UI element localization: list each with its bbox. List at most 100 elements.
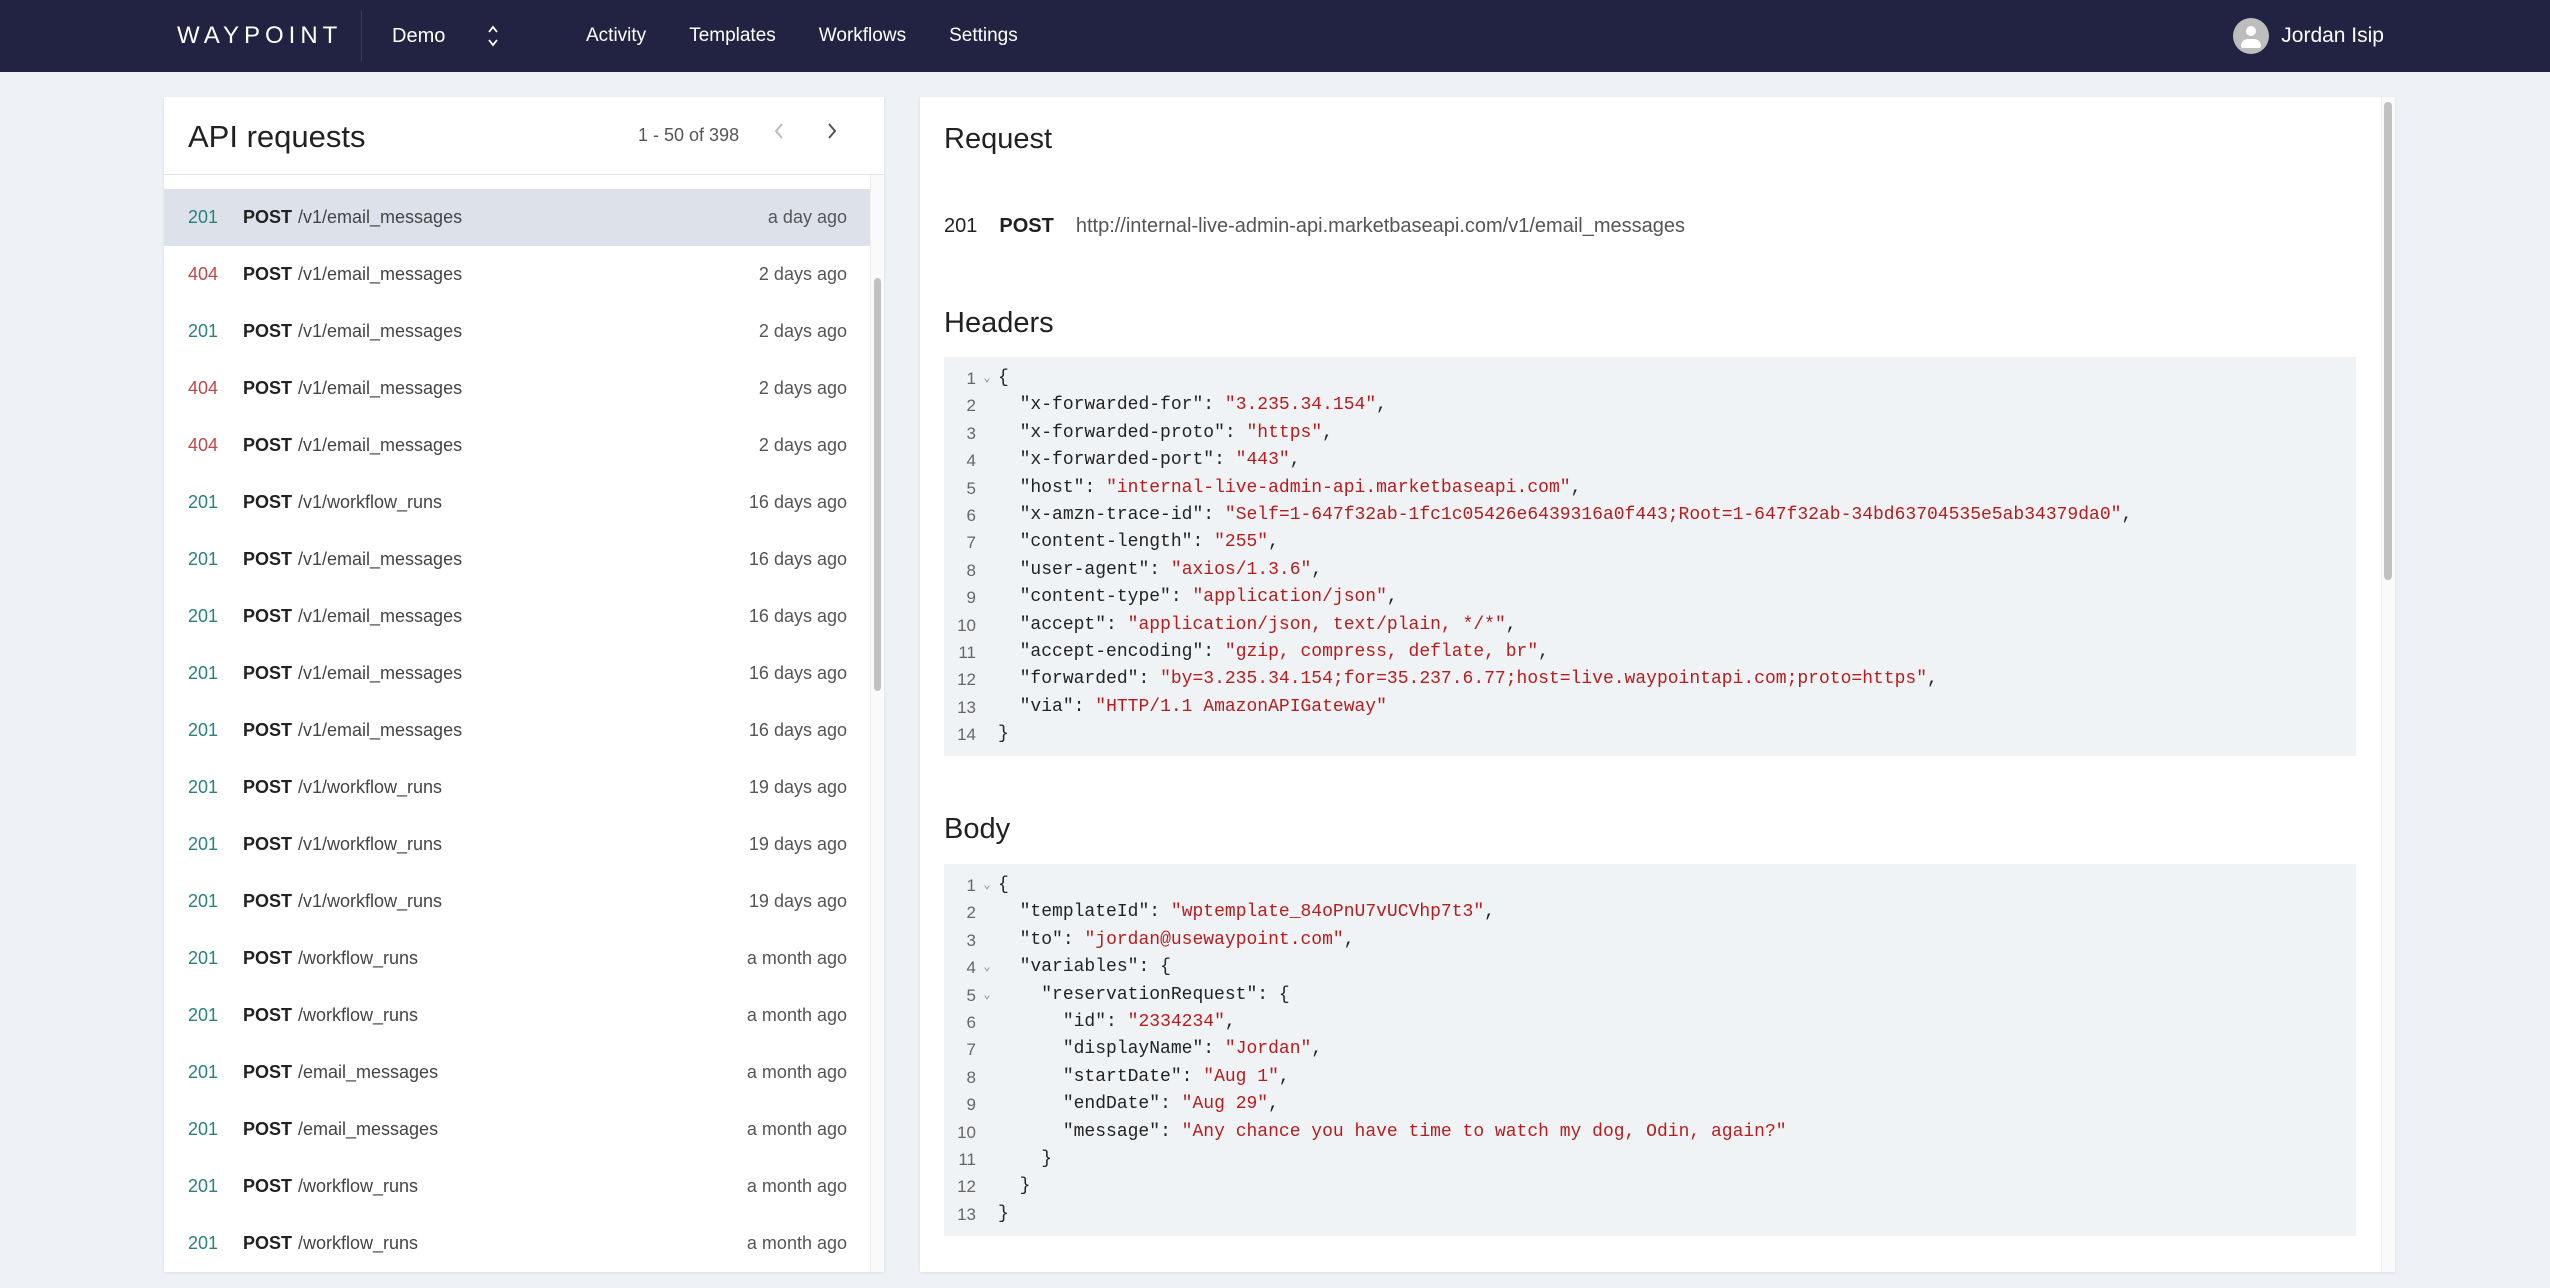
status-code: 201 <box>188 891 219 911</box>
user-menu[interactable]: Jordan Isip <box>2233 0 2384 72</box>
code-key: content-type <box>1030 587 1161 608</box>
http-method: POST <box>243 720 293 740</box>
detail-scrollbar-thumb[interactable] <box>2384 102 2392 580</box>
request-row[interactable]: 201 POST/workflow_runs a month ago <box>164 1158 870 1215</box>
headers-code-viewer[interactable]: 1 ⌄{2 "x-forwarded-for": "3.235.34.154", 3… <box>944 357 2356 757</box>
nav-link-templates[interactable]: Templates <box>689 25 776 47</box>
next-page-button[interactable] <box>817 119 847 149</box>
code-value: axios/1.3.6 <box>1181 559 1301 580</box>
code-text: "id": "2334234", <box>1062 1011 1236 1032</box>
request-row[interactable]: 201 POST/v1/email_messages 16 days ago <box>164 645 870 702</box>
status-code: 404 <box>188 435 219 455</box>
status-code: 201 <box>188 321 219 341</box>
prev-page-button[interactable] <box>764 119 794 149</box>
request-row[interactable]: 201 POST/v1/email_messages 2 days ago <box>164 303 870 360</box>
code-value: HTTP/1.1 AmazonAPIGateway <box>1106 696 1377 717</box>
code-value: gzip, compress, deflate, br <box>1235 641 1528 662</box>
code-value: 2334234 <box>1138 1011 1215 1032</box>
code-text: "displayName": "Jordan", <box>1062 1039 1323 1060</box>
nav-link-activity[interactable]: Activity <box>586 25 646 47</box>
request-row[interactable]: 201 POST/v1/workflow_runs 16 days ago <box>164 474 870 531</box>
code-line: 10 "message": "Any chance you have time … <box>944 1119 2356 1146</box>
http-method: POST <box>243 606 293 626</box>
code-key: x-forwarded-proto <box>1030 422 1215 443</box>
request-row[interactable]: 201 POST/v1/workflow_runs 19 days ago <box>164 759 870 816</box>
request-row[interactable]: 201 POST/v1/workflow_runs 19 days ago <box>164 873 870 930</box>
chevron-up-down-icon <box>486 22 500 50</box>
request-row[interactable]: 201 POST/v1/email_messages 16 days ago <box>164 531 870 588</box>
request-row[interactable]: 201 POST/email_messages a month ago <box>164 1044 870 1101</box>
request-row[interactable]: 201 POST/v1/email_messages 16 days ago <box>164 702 870 759</box>
fold-chevron-icon[interactable]: ⌄ <box>976 954 998 981</box>
request-path: /workflow_runs <box>298 948 419 968</box>
code-text: "x-forwarded-port": "443", <box>1019 450 1301 471</box>
code-value: 443 <box>1246 450 1279 471</box>
org-switcher[interactable]: Demo <box>392 0 498 72</box>
code-line: 1 ⌄{ <box>944 872 2356 899</box>
request-row[interactable]: 404 POST/v1/email_messages 2 days ago <box>164 246 870 303</box>
code-text: "host": "internal-live-admin-api.marketb… <box>1019 477 1582 498</box>
code-line: 5 "host": "internal-live-admin-api.marke… <box>944 475 2356 502</box>
status-code: 201 <box>188 720 219 740</box>
status-code: 201 <box>188 492 219 512</box>
line-number: 7 <box>966 1040 976 1060</box>
nav-link-workflows[interactable]: Workflows <box>819 25 906 47</box>
code-line: 6 "x-amzn-trace-id": "Self=1-647f32ab-1f… <box>944 502 2356 529</box>
code-line: 14} <box>944 721 2356 748</box>
request-path: /workflow_runs <box>298 1005 419 1025</box>
line-number: 6 <box>966 1012 976 1032</box>
request-time: 19 days ago <box>748 777 847 797</box>
request-path: /v1/email_messages <box>298 549 463 569</box>
line-number: 5 <box>966 478 976 498</box>
http-method: POST <box>243 948 293 968</box>
line-number: 6 <box>966 505 976 525</box>
http-method: POST <box>243 321 293 341</box>
body-code-viewer[interactable]: 1 ⌄{2 "templateId": "wptemplate_84oPnU7vU… <box>944 864 2356 1237</box>
request-path: /v1/workflow_runs <box>298 834 443 854</box>
request-row[interactable]: 201 POST/v1/workflow_runs 19 days ago <box>164 816 870 873</box>
code-key: message <box>1073 1121 1150 1142</box>
request-row[interactable]: 201 POST/email_messages a month ago <box>164 1101 870 1158</box>
fold-chevron-icon[interactable]: ⌄ <box>976 872 998 899</box>
request-time: 16 days ago <box>748 720 847 740</box>
code-text: "startDate": "Aug 1", <box>1062 1066 1290 1087</box>
brand-logo[interactable]: WAYPOINT <box>177 0 342 72</box>
code-text: "via": "HTTP/1.1 AmazonAPIGateway" <box>1019 696 1387 717</box>
fold-chevron-icon[interactable]: ⌄ <box>976 365 998 392</box>
code-key: host <box>1030 477 1074 498</box>
request-row[interactable]: 404 POST/v1/email_messages 2 days ago <box>164 417 870 474</box>
http-method: POST <box>243 777 293 797</box>
request-row[interactable]: 404 POST/v1/email_messages 2 days ago <box>164 360 870 417</box>
code-key: x-forwarded-port <box>1030 450 1204 471</box>
request-time: 2 days ago <box>758 321 847 341</box>
request-row[interactable]: 201 POST/v1/email_messages a day ago <box>164 189 870 246</box>
request-row[interactable]: 201 POST/workflow_runs a month ago <box>164 987 870 1044</box>
request-path: /v1/workflow_runs <box>298 492 443 512</box>
http-method: POST <box>243 435 293 455</box>
fold-chevron-icon[interactable]: ⌄ <box>976 982 998 1009</box>
request-time: 2 days ago <box>758 435 847 455</box>
request-row[interactable]: 201 POST/workflow_runs a month ago <box>164 1215 870 1272</box>
request-path: /v1/workflow_runs <box>298 777 443 797</box>
code-punct: } <box>1041 1148 1053 1169</box>
line-number: 3 <box>966 423 976 443</box>
http-method: POST <box>243 1119 293 1139</box>
code-text: "message": "Any chance you have time to … <box>1062 1121 1787 1142</box>
line-number: 14 <box>957 725 976 745</box>
request-row[interactable]: 201 POST/v1/email_messages 16 days ago <box>164 588 870 645</box>
list-scrollbar-thumb[interactable] <box>874 278 881 691</box>
code-line: 7 "displayName": "Jordan", <box>944 1036 2356 1063</box>
nav-link-settings[interactable]: Settings <box>949 25 1018 47</box>
line-number: 4 <box>966 958 976 978</box>
code-text: "content-type": "application/json", <box>1019 587 1398 608</box>
status-code: 201 <box>188 606 219 626</box>
request-row[interactable]: 201 POST/workflow_runs a month ago <box>164 930 870 987</box>
line-number: 13 <box>957 1204 976 1224</box>
